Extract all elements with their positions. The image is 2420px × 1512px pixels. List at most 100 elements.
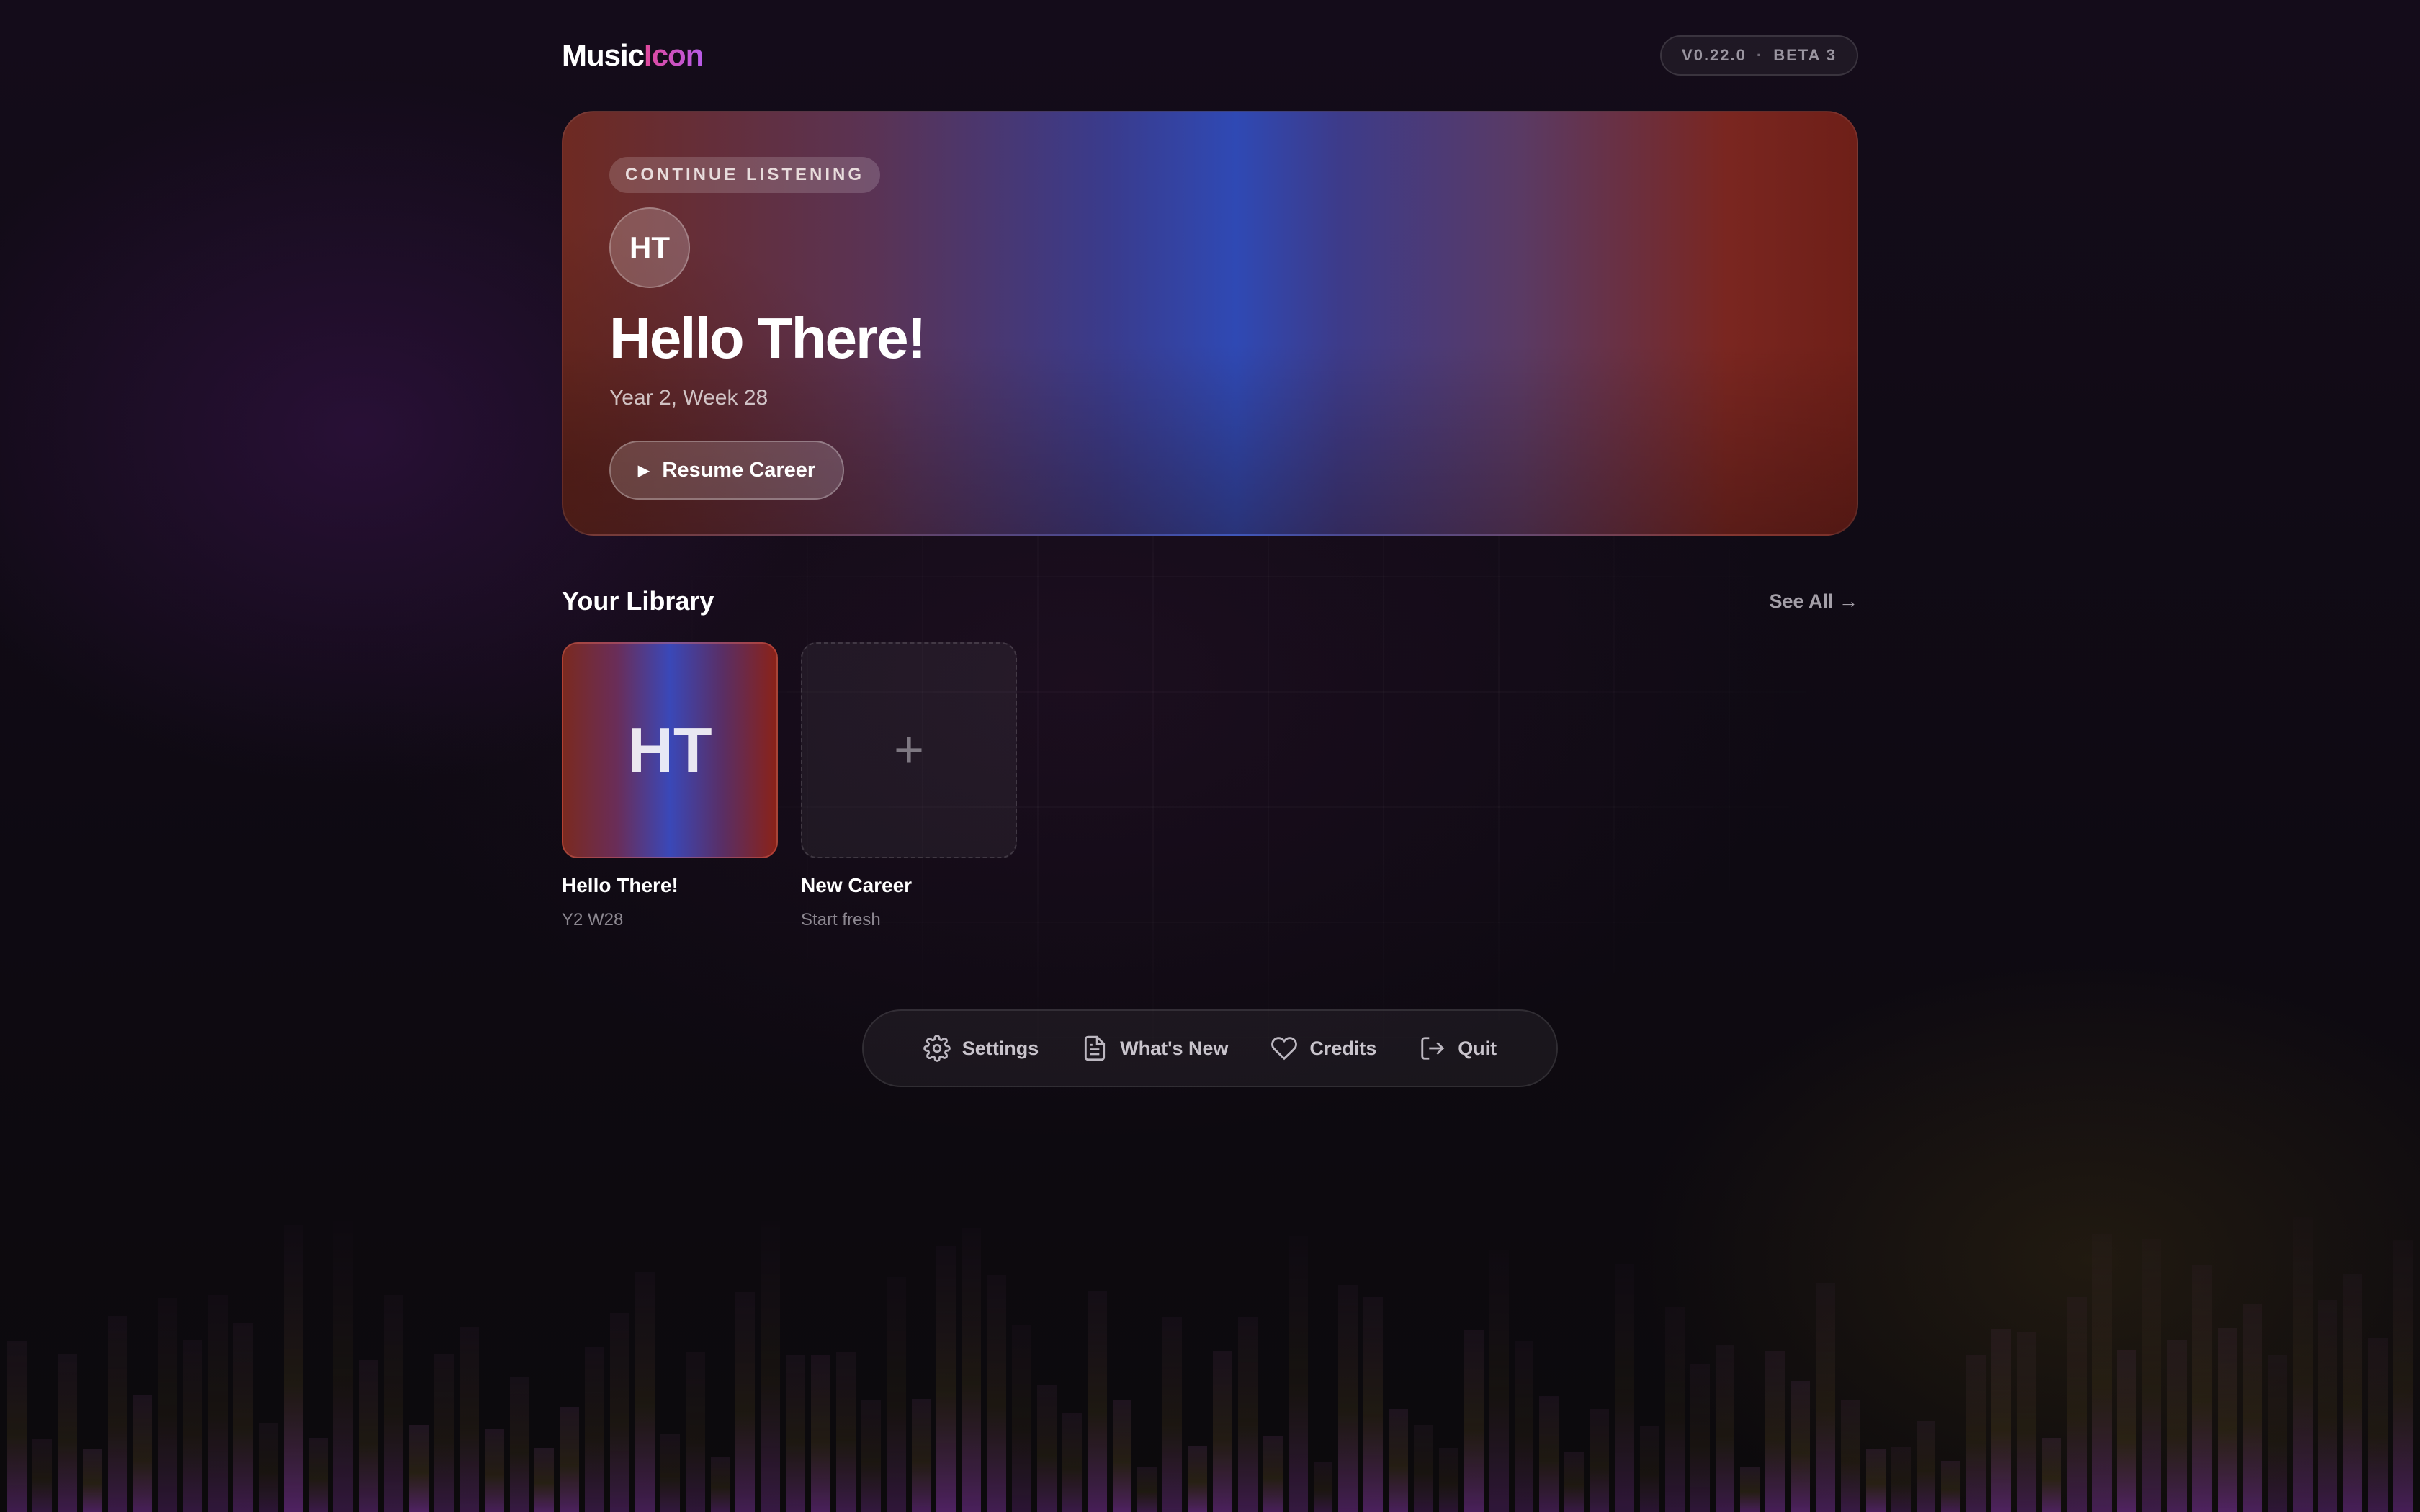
visualizer-bar bbox=[861, 1400, 881, 1512]
visualizer-bar bbox=[484, 1429, 504, 1512]
visualizer-bar bbox=[107, 1316, 127, 1512]
visualizer-bar bbox=[57, 1354, 77, 1512]
visualizer-bar bbox=[1740, 1467, 1760, 1512]
visualizer-bar bbox=[685, 1352, 705, 1512]
visualizer-bar bbox=[1137, 1467, 1157, 1512]
hero-career-date: Year 2, Week 28 bbox=[609, 386, 768, 410]
visualizer-bar bbox=[1087, 1291, 1107, 1512]
visualizer-bar bbox=[1816, 1283, 1835, 1512]
visualizer-bar bbox=[1162, 1317, 1183, 1512]
visualizer-bar bbox=[2017, 1332, 2036, 1512]
visualizer-bar bbox=[886, 1277, 906, 1512]
visualizer-bar bbox=[308, 1438, 328, 1512]
visualizer-bar bbox=[1012, 1325, 1031, 1512]
visualizer-bar bbox=[1664, 1307, 1685, 1512]
settings-button[interactable]: Settings bbox=[923, 1035, 1039, 1062]
play-icon: ▶ bbox=[638, 462, 650, 479]
career-thumbnail[interactable]: HT bbox=[562, 642, 778, 858]
see-all-link[interactable]: See All → bbox=[1769, 590, 1858, 613]
visualizer-bar bbox=[2293, 1217, 2313, 1512]
main-container: MusicIcon V0.22.0 · BETA 3 CONTINUE LIST… bbox=[562, 0, 1858, 930]
visualizer-bar bbox=[911, 1399, 931, 1512]
new-career-thumbnail[interactable]: + bbox=[801, 642, 1017, 858]
visualizer-bar bbox=[1564, 1452, 1585, 1512]
version-badge: V0.22.0 · BETA 3 bbox=[1660, 35, 1858, 76]
heart-icon bbox=[1271, 1037, 1298, 1061]
library-cards: HT Hello There! Y2 W28 + New Career Star… bbox=[562, 642, 1858, 930]
visualizer-bar bbox=[610, 1313, 629, 1512]
visualizer-bar bbox=[1690, 1364, 1710, 1512]
resume-career-button[interactable]: ▶ Resume Career bbox=[609, 441, 845, 500]
career-avatar: HT bbox=[609, 207, 690, 288]
visualizer-bar bbox=[1464, 1330, 1484, 1512]
visualizer-bar bbox=[1916, 1421, 1936, 1512]
visualizer-bar bbox=[1514, 1341, 1534, 1512]
visualizer-bar bbox=[2192, 1265, 2212, 1512]
visualizer-bar bbox=[1338, 1285, 1358, 1512]
quit-label: Quit bbox=[1458, 1037, 1497, 1059]
visualizer-bar bbox=[2218, 1328, 2237, 1512]
version-number: V0.22.0 bbox=[1682, 46, 1747, 64]
visualizer-bar bbox=[1414, 1425, 1433, 1512]
visualizer-bar bbox=[1489, 1250, 1509, 1512]
visualizer-bar bbox=[133, 1395, 153, 1512]
visualizer-bar bbox=[32, 1439, 52, 1512]
visualizer-bar bbox=[1941, 1461, 1961, 1512]
visualizer-bar bbox=[1891, 1447, 1911, 1512]
visualizer-bar bbox=[1188, 1446, 1207, 1512]
resume-career-label: Resume Career bbox=[662, 458, 816, 482]
continue-listening-pill: CONTINUE LISTENING bbox=[609, 157, 881, 193]
visualizer-bar bbox=[2066, 1297, 2087, 1512]
visualizer-bar bbox=[1791, 1381, 1810, 1512]
visualizer-bar bbox=[786, 1355, 805, 1512]
continue-listening-hero: CONTINUE LISTENING HT Hello There! Year … bbox=[562, 111, 1858, 536]
visualizer-bar bbox=[2142, 1239, 2162, 1512]
card-title: New Career bbox=[801, 874, 913, 896]
visualizer-bar bbox=[359, 1360, 379, 1512]
visualizer-bar bbox=[1865, 1449, 1886, 1512]
logo-accent: Icon bbox=[644, 38, 704, 72]
document-icon bbox=[1085, 1035, 1106, 1061]
visualizer-bar bbox=[987, 1275, 1006, 1512]
visualizer-bar bbox=[2393, 1240, 2413, 1512]
visualizer-bar bbox=[2167, 1340, 2187, 1512]
credits-button[interactable]: Credits bbox=[1270, 1035, 1376, 1062]
card-subtitle: Start fresh bbox=[801, 910, 881, 930]
logo-primary: Music bbox=[562, 38, 645, 72]
hero-career-title: Hello There! bbox=[609, 306, 926, 370]
visualizer-bar bbox=[1438, 1448, 1458, 1512]
visualizer-bar bbox=[1715, 1345, 1735, 1512]
library-card-hello-there[interactable]: HT Hello There! Y2 W28 bbox=[562, 642, 778, 930]
visualizer-bar bbox=[534, 1448, 555, 1512]
visualizer-bar bbox=[1765, 1351, 1785, 1512]
visualizer-bar bbox=[258, 1423, 278, 1512]
app-header: MusicIcon V0.22.0 · BETA 3 bbox=[562, 0, 1858, 111]
visualizer-bar bbox=[1313, 1462, 1333, 1512]
card-subtitle: Y2 W28 bbox=[562, 910, 624, 930]
visualizer-bar bbox=[333, 1221, 354, 1512]
visualizer-bar bbox=[283, 1225, 303, 1512]
visualizer-bar bbox=[82, 1449, 102, 1512]
visualizer-bar bbox=[509, 1377, 529, 1512]
app-logo: MusicIcon bbox=[562, 38, 704, 73]
visualizer-bar bbox=[409, 1425, 429, 1512]
credits-label: Credits bbox=[1309, 1037, 1377, 1059]
quit-button[interactable]: Quit bbox=[1419, 1035, 1497, 1062]
whats-new-button[interactable]: What's New bbox=[1081, 1035, 1229, 1062]
visualizer-bar bbox=[1036, 1385, 1057, 1512]
library-title: Your Library bbox=[562, 586, 714, 616]
visualizer-bar bbox=[761, 1221, 781, 1512]
visualizer-bar bbox=[660, 1434, 680, 1512]
visualizer-bar bbox=[1966, 1355, 1986, 1512]
visualizer-bar bbox=[1991, 1329, 2011, 1512]
visualizer-bar bbox=[936, 1246, 956, 1512]
library-card-new-career[interactable]: + New Career Start fresh bbox=[801, 642, 1017, 930]
visualizer-bar bbox=[2092, 1234, 2112, 1512]
visualizer-bar bbox=[384, 1295, 403, 1512]
visualizer-bar bbox=[2117, 1350, 2137, 1512]
visualizer-bar bbox=[1840, 1400, 1860, 1512]
visualizer-bar bbox=[459, 1327, 479, 1512]
visualizer-bar bbox=[7, 1341, 27, 1512]
visualizer-bar bbox=[434, 1354, 454, 1512]
visualizer-bar bbox=[811, 1355, 830, 1512]
